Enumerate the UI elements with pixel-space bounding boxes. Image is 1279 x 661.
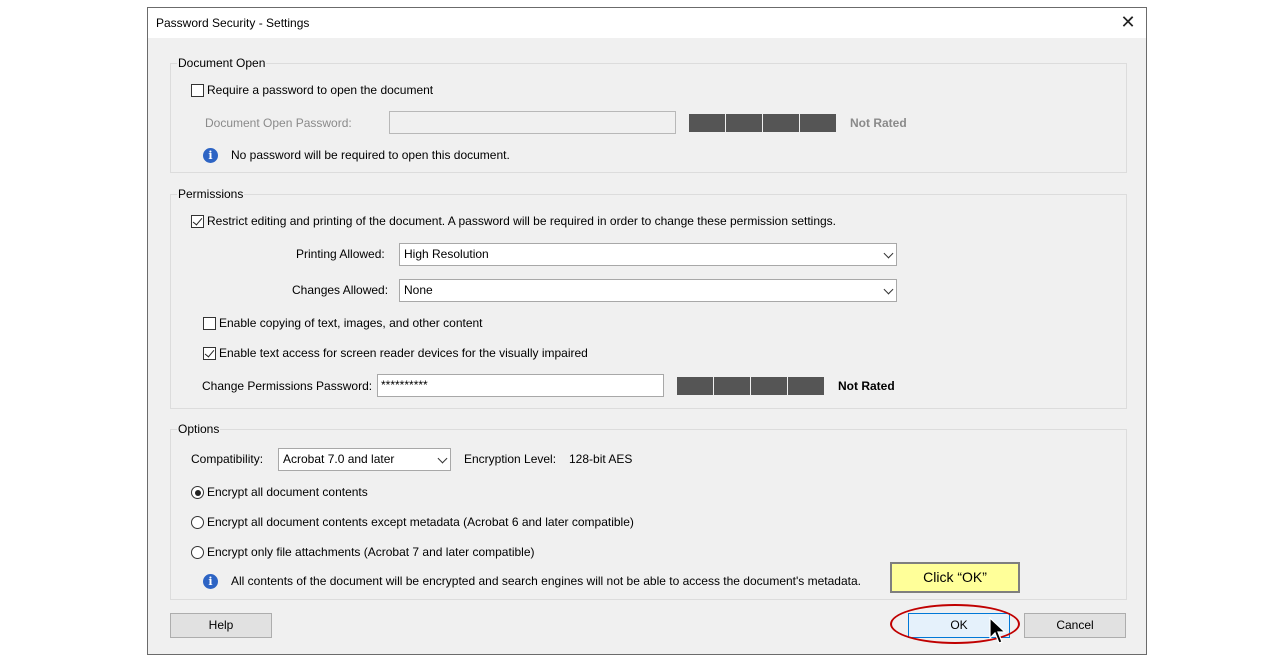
instruction-callout: Click “OK” <box>890 562 1020 593</box>
options-group-label: Options <box>177 422 221 436</box>
restrict-editing-label: Restrict editing and printing of the doc… <box>207 214 837 228</box>
mouse-pointer-icon <box>989 617 1007 644</box>
options-info-text: All contents of the document will be enc… <box>231 574 861 588</box>
document-open-password-input[interactable] <box>389 111 676 134</box>
permissions-password-input[interactable]: ********** <box>377 374 664 397</box>
strength-segment <box>751 377 787 395</box>
permissions-group-label: Permissions <box>177 187 245 201</box>
strength-segment <box>714 377 750 395</box>
radio-encrypt-except-metadata[interactable] <box>191 516 204 529</box>
require-password-label: Require a password to open the document <box>207 83 434 97</box>
printing-allowed-value: High Resolution <box>404 247 489 261</box>
printing-allowed-dropdown[interactable]: High Resolution <box>399 243 897 266</box>
document-open-password-label: Document Open Password: <box>205 116 352 130</box>
strength-segment <box>677 377 713 395</box>
permissions-password-label: Change Permissions Password: <box>202 379 373 393</box>
require-password-checkbox[interactable] <box>191 84 204 97</box>
enable-copying-label: Enable copying of text, images, and othe… <box>219 316 483 330</box>
document-open-strength-label: Not Rated <box>850 116 907 130</box>
radio-encrypt-all-label: Encrypt all document contents <box>207 485 368 499</box>
changes-allowed-label: Changes Allowed: <box>292 283 389 297</box>
radio-encrypt-attachments-label: Encrypt only file attachments (Acrobat 7… <box>207 545 535 559</box>
title-bar: Password Security - Settings ✕ <box>148 8 1146 38</box>
compatibility-label: Compatibility: <box>191 452 264 466</box>
document-open-group-label: Document Open <box>177 56 267 70</box>
changes-allowed-value: None <box>404 283 433 297</box>
password-security-dialog: Password Security - Settings ✕ Document … <box>147 7 1147 655</box>
dialog-title: Password Security - Settings <box>156 16 310 30</box>
strength-segment <box>788 377 824 395</box>
close-icon[interactable]: ✕ <box>1116 11 1140 35</box>
chevron-down-icon <box>883 284 894 295</box>
permissions-strength-meter <box>677 377 824 395</box>
info-icon: i <box>203 574 218 589</box>
document-open-strength-meter <box>689 114 836 132</box>
info-icon: i <box>203 148 218 163</box>
enable-screen-reader-label: Enable text access for screen reader dev… <box>219 346 588 360</box>
changes-allowed-dropdown[interactable]: None <box>399 279 897 302</box>
radio-encrypt-attachments[interactable] <box>191 546 204 559</box>
strength-segment <box>689 114 725 132</box>
compatibility-dropdown[interactable]: Acrobat 7.0 and later <box>278 448 451 471</box>
radio-encrypt-except-metadata-label: Encrypt all document contents except met… <box>207 515 634 529</box>
cancel-button[interactable]: Cancel <box>1024 613 1126 638</box>
document-open-info-text: No password will be required to open thi… <box>231 148 510 162</box>
compatibility-value: Acrobat 7.0 and later <box>283 452 395 466</box>
chevron-down-icon <box>437 453 448 464</box>
encryption-level-value: 128-bit AES <box>569 452 633 466</box>
chevron-down-icon <box>883 248 894 259</box>
encryption-level-label: Encryption Level: <box>464 452 557 466</box>
permissions-strength-label: Not Rated <box>838 379 895 393</box>
restrict-editing-checkbox[interactable] <box>191 215 204 228</box>
help-button[interactable]: Help <box>170 613 272 638</box>
printing-allowed-label: Printing Allowed: <box>296 247 385 261</box>
strength-segment <box>726 114 762 132</box>
strength-segment <box>800 114 836 132</box>
radio-encrypt-all[interactable] <box>191 486 204 499</box>
strength-segment <box>763 114 799 132</box>
enable-copying-checkbox[interactable] <box>203 317 216 330</box>
enable-screen-reader-checkbox[interactable] <box>203 347 216 360</box>
